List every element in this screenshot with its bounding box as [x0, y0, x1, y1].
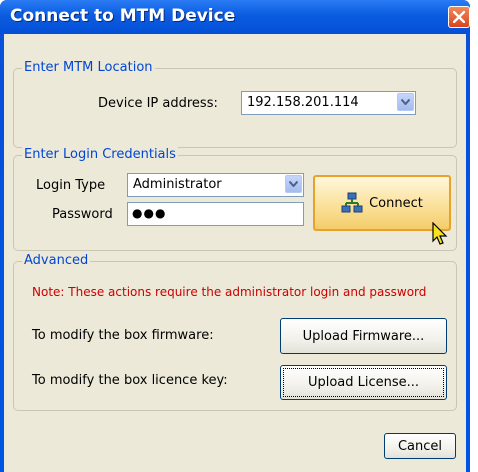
dialog-client-area: Enter MTM Location Device IP address: 19… — [4, 34, 466, 472]
upload-firmware-button[interactable]: Upload Firmware... — [280, 318, 447, 354]
chevron-down-icon — [289, 181, 298, 187]
cancel-button[interactable]: Cancel — [384, 433, 456, 459]
password-field[interactable]: ●●● — [127, 202, 304, 226]
location-legend: Enter MTM Location — [22, 60, 155, 75]
ip-address-combo[interactable]: 192.158.201.114 — [241, 91, 416, 115]
chevron-down-icon — [401, 99, 410, 105]
advanced-legend: Advanced — [22, 253, 91, 268]
close-icon — [453, 11, 465, 23]
network-icon — [341, 192, 363, 213]
connect-button[interactable]: Connect — [313, 175, 451, 231]
credentials-group: Enter Login Credentials Login Type Admin… — [13, 147, 457, 251]
login-type-label: Login Type — [36, 178, 106, 193]
ip-address-label: Device IP address: — [98, 96, 218, 111]
upload-firmware-label: Upload Firmware... — [302, 328, 425, 344]
location-group: Enter MTM Location Device IP address: 19… — [13, 60, 457, 148]
ip-address-value: 192.158.201.114 — [247, 95, 359, 110]
credentials-legend: Enter Login Credentials — [22, 147, 178, 162]
close-button[interactable] — [448, 6, 470, 28]
window-title: Connect to MTM Device — [10, 6, 236, 26]
upload-license-label: Upload License... — [307, 375, 420, 390]
connect-label: Connect — [369, 195, 423, 211]
login-type-value: Administrator — [133, 177, 222, 192]
ip-dropdown-button[interactable] — [397, 93, 414, 111]
password-value: ●●● — [132, 206, 167, 220]
mouse-cursor-icon — [432, 222, 448, 245]
license-label: To modify the box licence key: — [32, 373, 228, 388]
cancel-label: Cancel — [397, 438, 443, 454]
upload-license-button[interactable]: Upload License... — [280, 365, 447, 400]
login-type-dropdown-button[interactable] — [285, 175, 302, 193]
advanced-group: Advanced Note: These actions require the… — [13, 253, 457, 411]
admin-note: Note: These actions require the administ… — [32, 285, 427, 299]
dialog-window: Connect to MTM Device Enter MTM Location… — [0, 0, 470, 472]
title-bar[interactable]: Connect to MTM Device — [0, 0, 470, 34]
login-type-combo[interactable]: Administrator — [127, 173, 304, 197]
password-label: Password — [52, 207, 113, 222]
firmware-label: To modify the box firmware: — [32, 328, 214, 343]
